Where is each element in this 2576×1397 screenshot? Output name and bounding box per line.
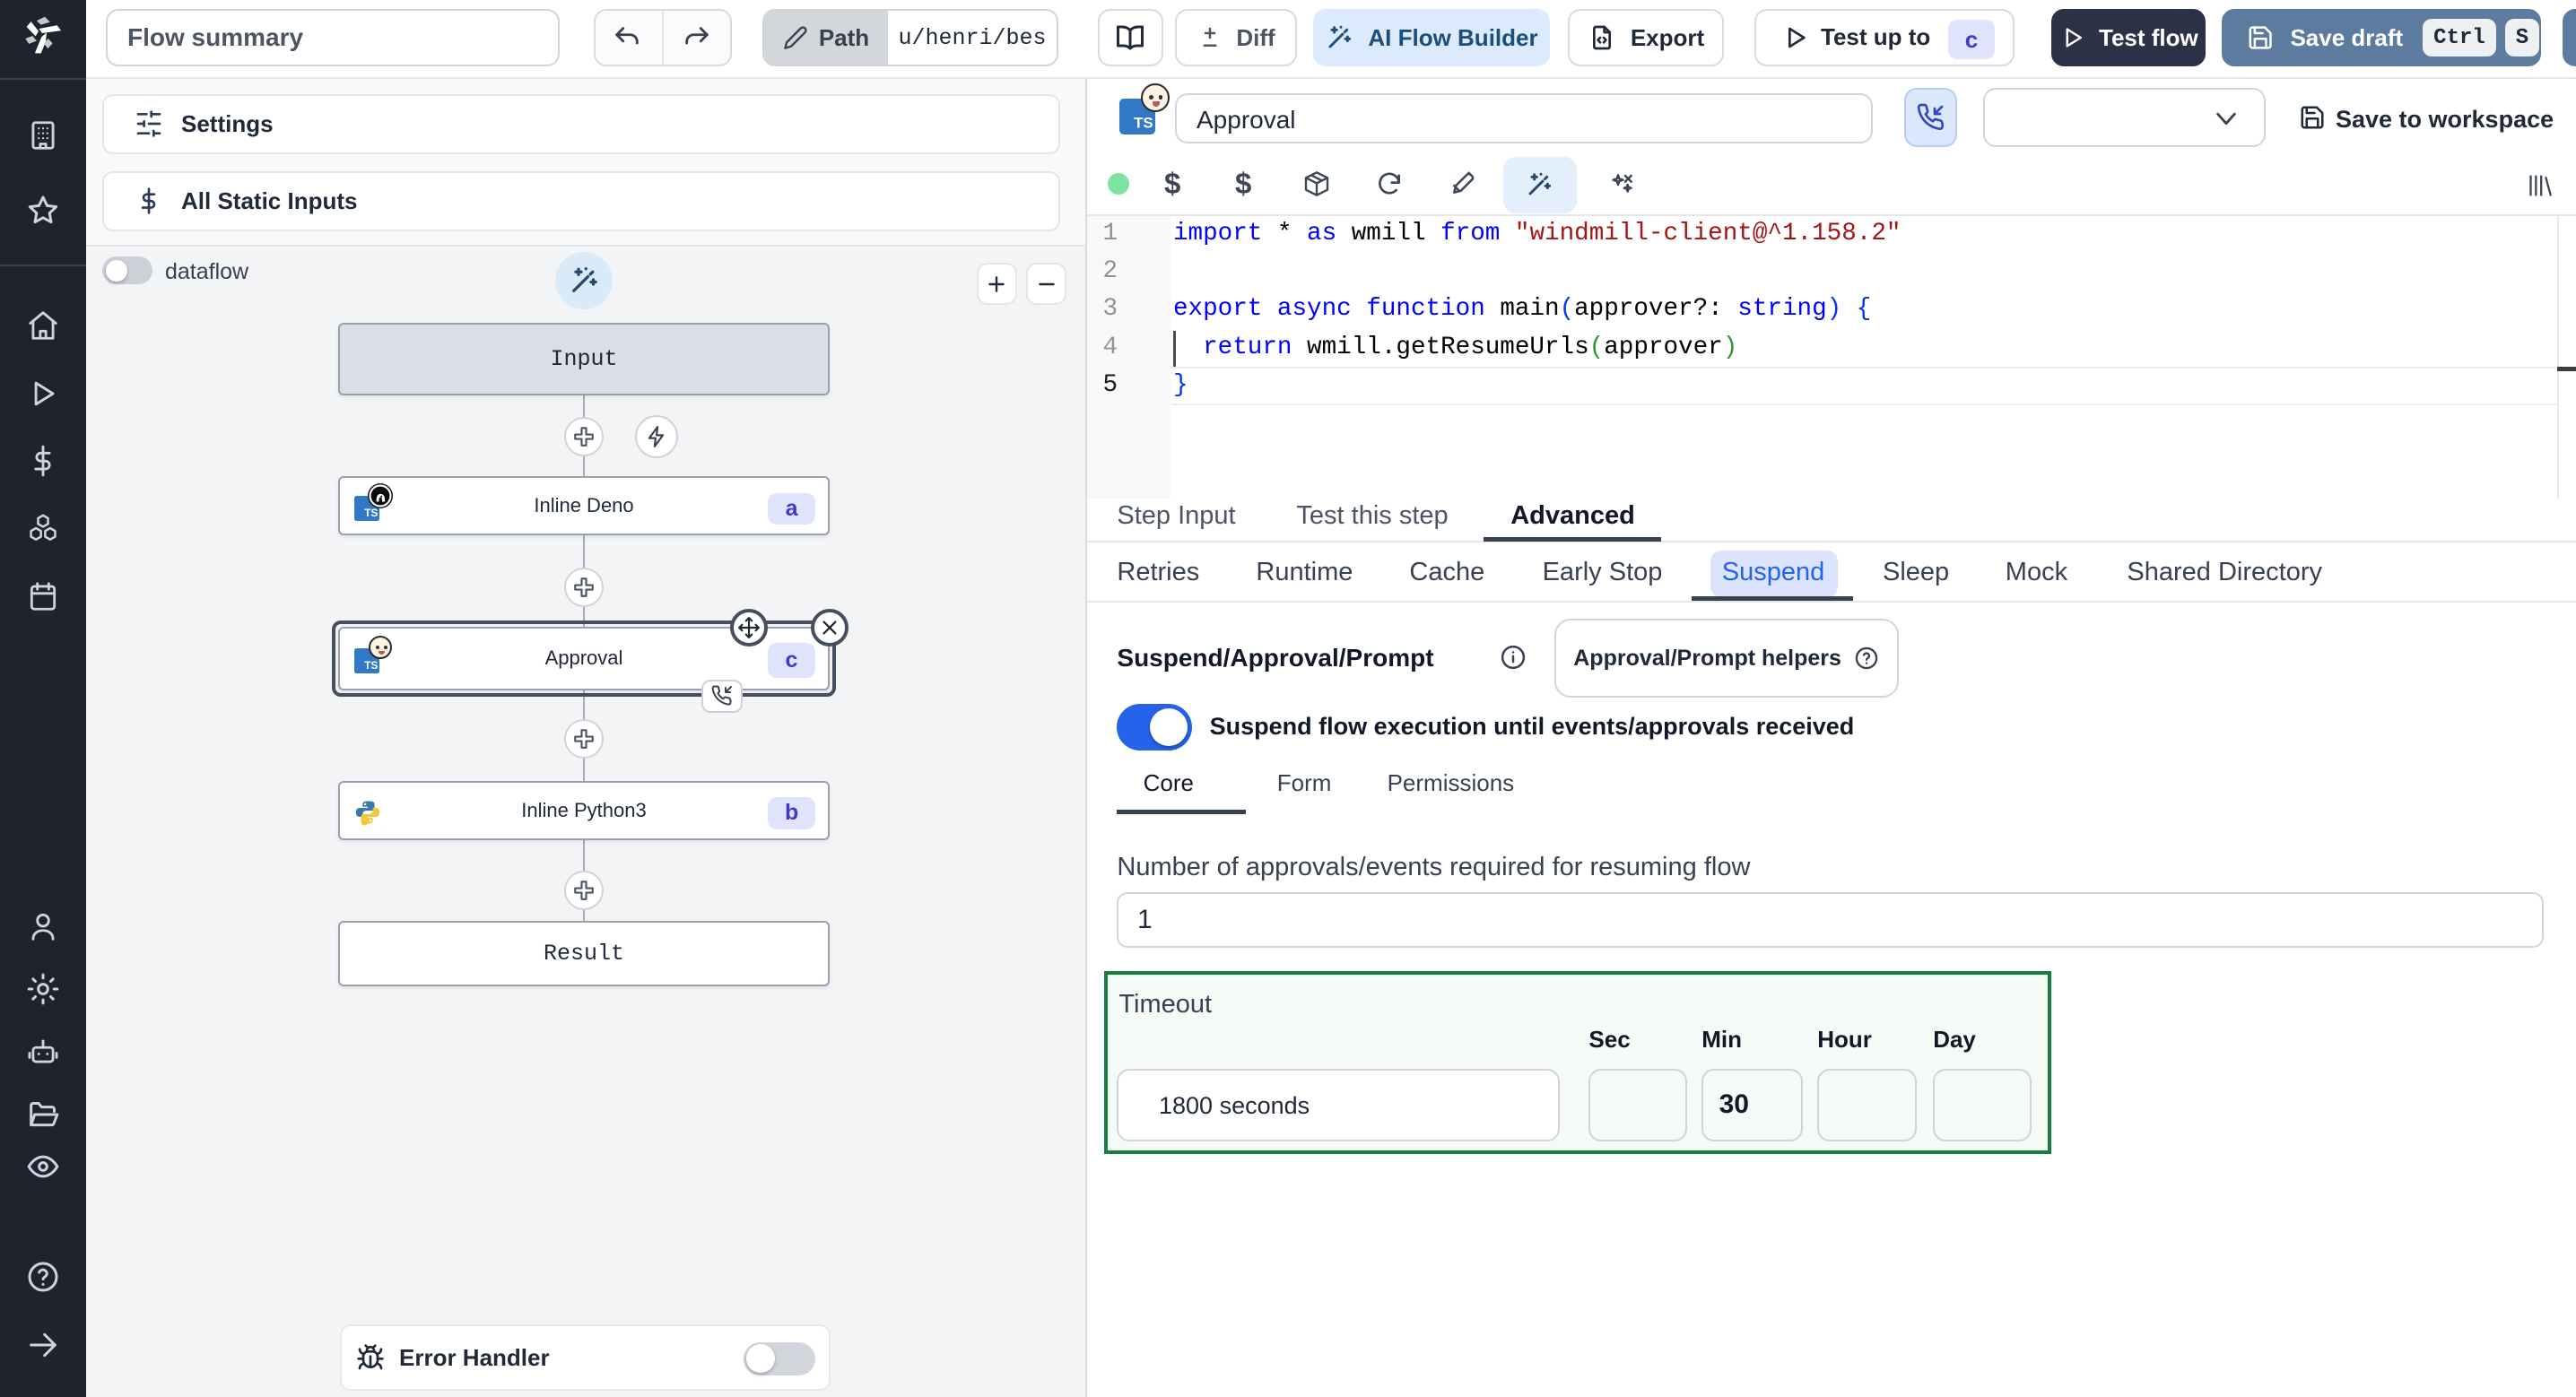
svg-text:TS: TS xyxy=(1134,115,1153,132)
svg-text:TS: TS xyxy=(364,658,378,671)
svg-text:TS: TS xyxy=(364,507,378,519)
